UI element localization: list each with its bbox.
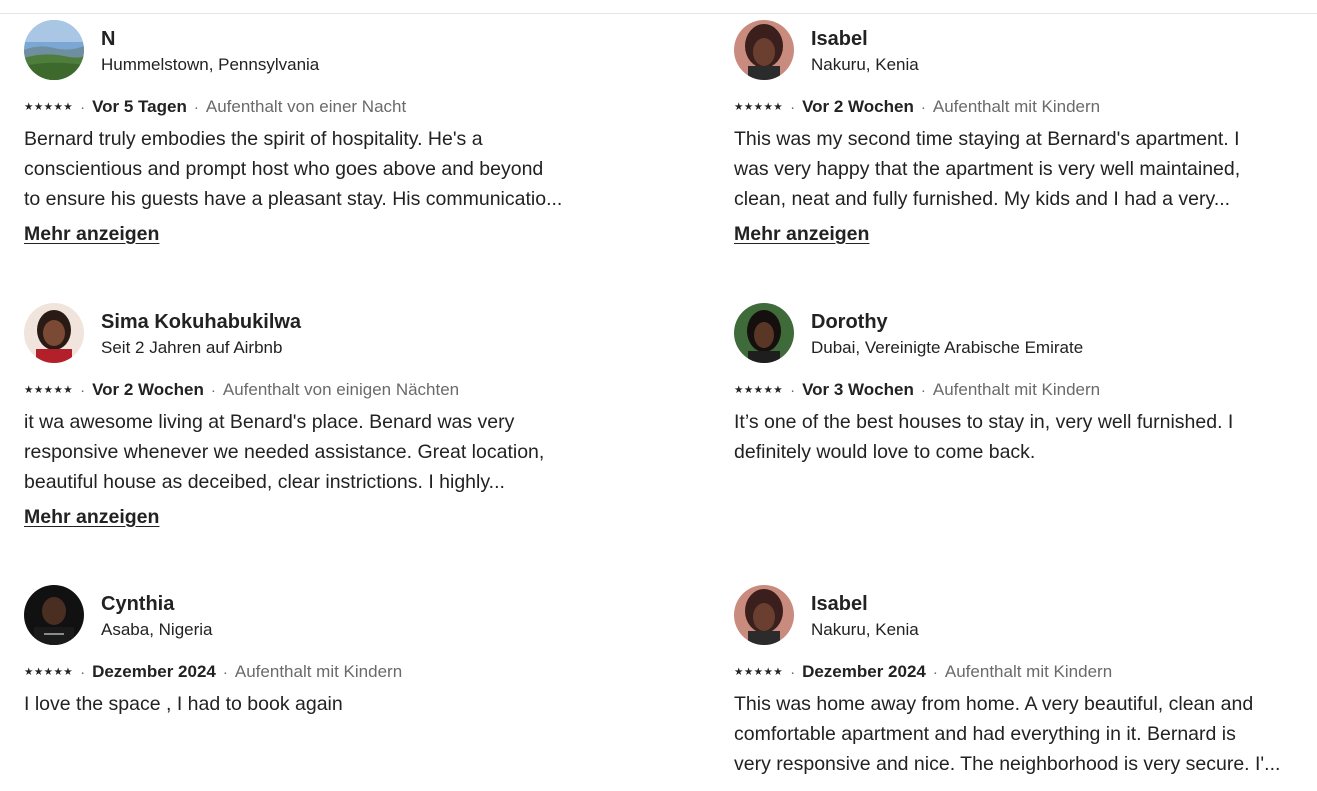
separator-dot: · bbox=[790, 381, 796, 399]
stay-type: Aufenthalt mit Kindern bbox=[944, 662, 1113, 681]
review-text-line: conscientious and prompt host who goes a… bbox=[24, 158, 544, 180]
review-date: Vor 5 Tagen bbox=[92, 97, 187, 116]
show-more-link[interactable]: Mehr anzeigen bbox=[734, 223, 869, 246]
review-text-line: it wa awesome living at Benard's place. … bbox=[24, 411, 515, 433]
reviewer-location: Seit 2 Jahren auf Airbnb bbox=[101, 338, 283, 357]
stay-type: Aufenthalt mit Kindern bbox=[932, 380, 1101, 399]
review-text: This was my second time staying at Berna… bbox=[734, 124, 1314, 214]
separator-dot: · bbox=[790, 663, 796, 681]
review-card: Cynthia Asaba, Nigeria ★★★★★ · Dezember … bbox=[24, 585, 604, 719]
show-more-link[interactable]: Mehr anzeigen bbox=[24, 506, 159, 529]
review-meta: ★★★★★ · Dezember 2024 · Aufenthalt mit K… bbox=[734, 662, 1314, 682]
separator-dot: · bbox=[193, 98, 199, 116]
rating-stars-icon: ★★★★★ bbox=[734, 666, 784, 678]
review-text: Bernard truly embodies the spirit of hos… bbox=[24, 124, 604, 214]
stay-type: Aufenthalt mit Kindern bbox=[932, 97, 1101, 116]
avatar-photo[interactable] bbox=[24, 585, 84, 645]
show-more-link[interactable]: Mehr anzeigen bbox=[24, 223, 159, 246]
review-text: I love the space , I had to book again bbox=[24, 689, 604, 719]
reviewer-name: N bbox=[101, 28, 116, 50]
reviewer-name: Cynthia bbox=[101, 593, 175, 615]
separator-dot: · bbox=[80, 98, 86, 116]
reviewer-name: Sima Kokuhabukilwa bbox=[101, 311, 302, 333]
stay-type: Aufenthalt von einer Nacht bbox=[205, 97, 407, 116]
review-text-line: was very happy that the apartment is ver… bbox=[734, 158, 1241, 180]
rating-stars-icon: ★★★★★ bbox=[24, 666, 74, 678]
avatar-photo[interactable] bbox=[734, 303, 794, 363]
separator-dot: · bbox=[920, 381, 926, 399]
reviewer-location: Hummelstown, Pennsylvania bbox=[101, 55, 320, 74]
avatar-photo[interactable] bbox=[734, 585, 794, 645]
review-text-line: beautiful house as deceibed, clear instr… bbox=[24, 471, 505, 493]
stay-type: Aufenthalt von einigen Nächten bbox=[222, 380, 460, 399]
avatar-photo[interactable] bbox=[734, 20, 794, 80]
review-date: Dezember 2024 bbox=[802, 662, 926, 681]
reviewer-name: Isabel bbox=[811, 593, 868, 615]
reviewer-name: Dorothy bbox=[811, 311, 888, 333]
top-divider bbox=[0, 13, 1317, 14]
review-card: Sima Kokuhabukilwa Seit 2 Jahren auf Air… bbox=[24, 303, 604, 529]
review-text-line: very responsive and nice. The neighborho… bbox=[734, 753, 1281, 775]
avatar-photo[interactable] bbox=[24, 303, 84, 363]
review-card: N Hummelstown, Pennsylvania ★★★★★ · Vor … bbox=[24, 20, 604, 246]
review-text-line: comfortable apartment and had everything… bbox=[734, 723, 1236, 745]
reviewer-location: Asaba, Nigeria bbox=[101, 620, 213, 639]
rating-stars-icon: ★★★★★ bbox=[734, 384, 784, 396]
review-meta: ★★★★★ · Vor 5 Tagen · Aufenthalt von ein… bbox=[24, 97, 604, 117]
review-date: Vor 3 Wochen bbox=[802, 380, 914, 399]
review-meta: ★★★★★ · Dezember 2024 · Aufenthalt mit K… bbox=[24, 662, 604, 682]
review-date: Vor 2 Wochen bbox=[802, 97, 914, 116]
separator-dot: · bbox=[790, 98, 796, 116]
review-text-line: clean, neat and fully furnished. My kids… bbox=[734, 188, 1231, 210]
reviewer-name: Isabel bbox=[811, 28, 868, 50]
review-meta: ★★★★★ · Vor 2 Wochen · Aufenthalt von ei… bbox=[24, 380, 604, 400]
separator-dot: · bbox=[222, 663, 228, 681]
review-card: Isabel Nakuru, Kenia ★★★★★ · Vor 2 Woche… bbox=[734, 20, 1314, 246]
review-text-line: This was my second time staying at Berna… bbox=[734, 128, 1240, 150]
review-text-line: I love the space , I had to book again bbox=[24, 693, 343, 715]
review-text: It’s one of the best houses to stay in, … bbox=[734, 407, 1314, 467]
reviewer-location: Dubai, Vereinigte Arabische Emirate bbox=[811, 338, 1084, 357]
review-text-line: responsive whenever we needed assistance… bbox=[24, 441, 545, 463]
separator-dot: · bbox=[80, 663, 86, 681]
review-text-line: This was home away from home. A very bea… bbox=[734, 693, 1254, 715]
separator-dot: · bbox=[210, 381, 216, 399]
review-meta: ★★★★★ · Vor 2 Wochen · Aufenthalt mit Ki… bbox=[734, 97, 1314, 117]
review-text: This was home away from home. A very bea… bbox=[734, 689, 1314, 779]
reviewer-location: Nakuru, Kenia bbox=[811, 620, 919, 639]
reviewer-location: Nakuru, Kenia bbox=[811, 55, 919, 74]
review-text-line: to ensure his guests have a pleasant sta… bbox=[24, 188, 563, 210]
avatar-landscape[interactable] bbox=[24, 20, 84, 80]
review-card: Dorothy Dubai, Vereinigte Arabische Emir… bbox=[734, 303, 1314, 467]
review-text-line: Bernard truly embodies the spirit of hos… bbox=[24, 128, 483, 150]
rating-stars-icon: ★★★★★ bbox=[24, 384, 74, 396]
review-date: Dezember 2024 bbox=[92, 662, 216, 681]
review-text-line: definitely would love to come back. bbox=[734, 441, 1036, 463]
rating-stars-icon: ★★★★★ bbox=[24, 101, 74, 113]
review-text-line: It’s one of the best houses to stay in, … bbox=[734, 411, 1234, 433]
review-card: Isabel Nakuru, Kenia ★★★★★ · Dezember 20… bbox=[734, 585, 1314, 779]
review-date: Vor 2 Wochen bbox=[92, 380, 204, 399]
rating-stars-icon: ★★★★★ bbox=[734, 101, 784, 113]
separator-dot: · bbox=[932, 663, 938, 681]
separator-dot: · bbox=[80, 381, 86, 399]
review-meta: ★★★★★ · Vor 3 Wochen · Aufenthalt mit Ki… bbox=[734, 380, 1314, 400]
review-text: it wa awesome living at Benard's place. … bbox=[24, 407, 604, 497]
separator-dot: · bbox=[920, 98, 926, 116]
stay-type: Aufenthalt mit Kindern bbox=[234, 662, 403, 681]
